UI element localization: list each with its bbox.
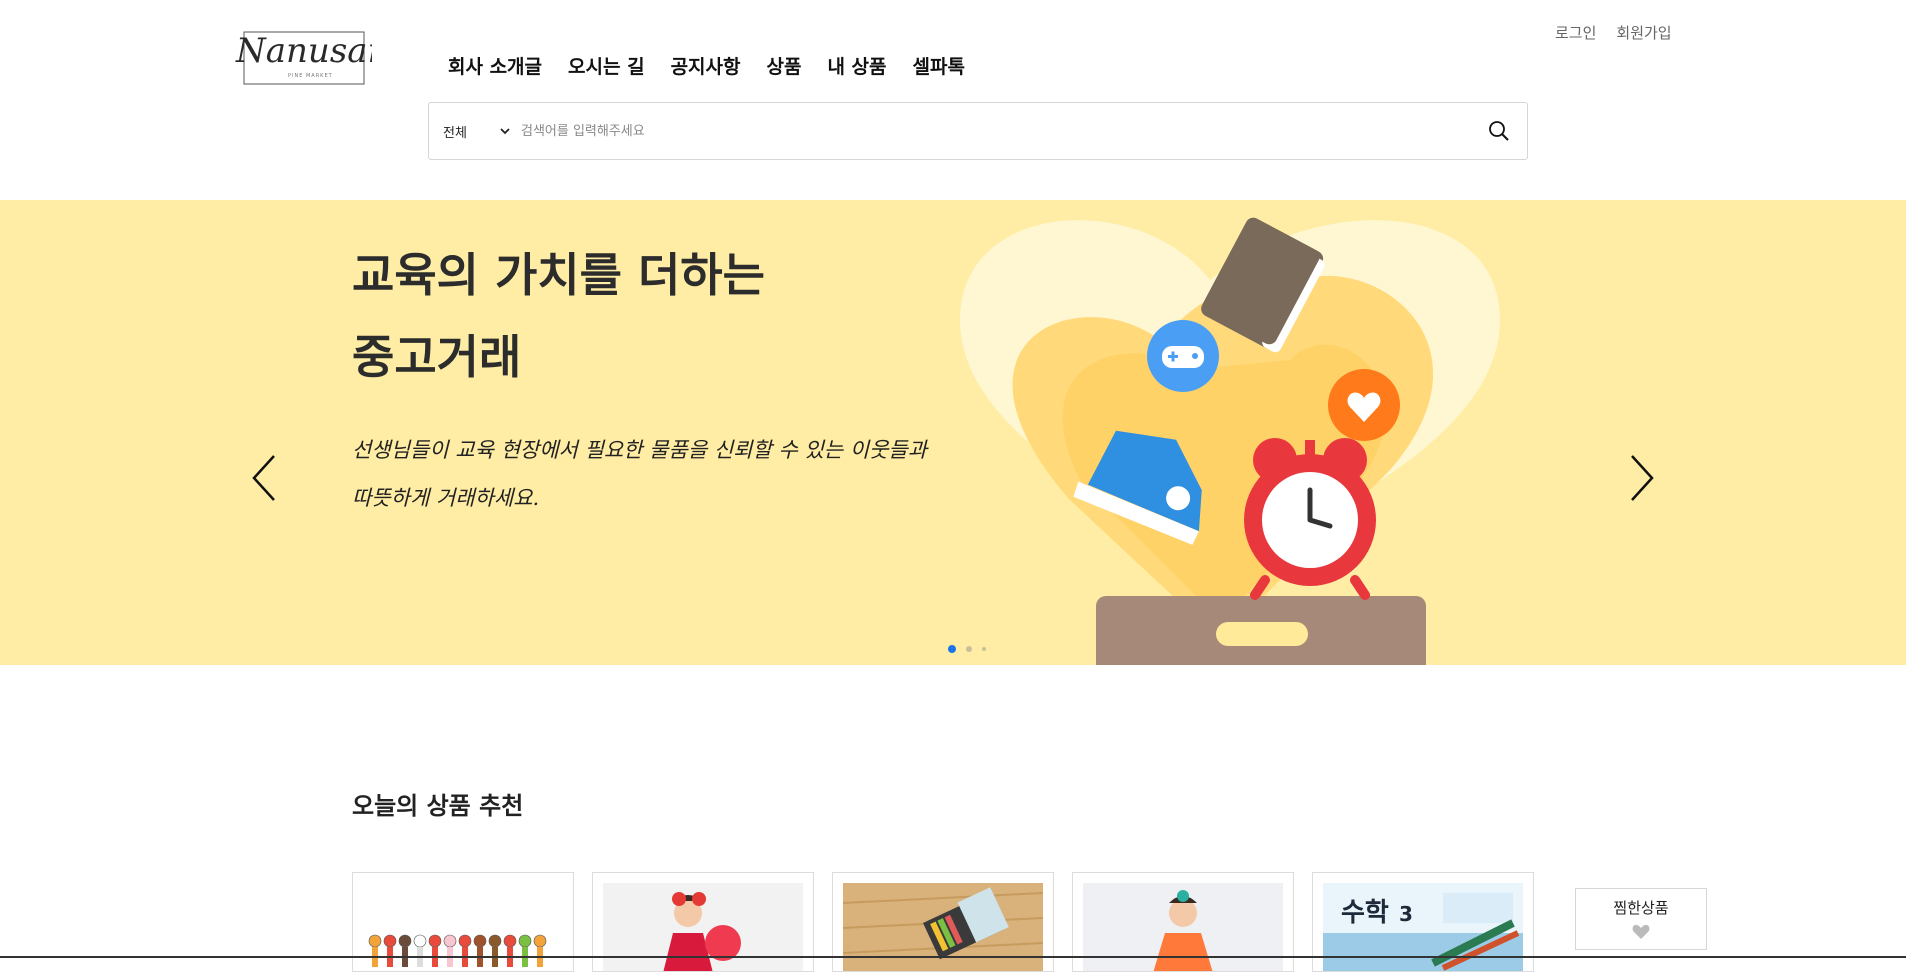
heart-icon (1632, 924, 1650, 939)
signup-link[interactable]: 회원가입 (1616, 22, 1671, 43)
banner-desc-line1: 선생님들이 교육 현장에서 필요한 물품을 신뢰할 수 있는 이웃들과 (352, 438, 928, 462)
recommend-title: 오늘의 상품 추천 (352, 792, 524, 820)
wishlist-label: 찜한상품 (1613, 900, 1669, 917)
site-logo[interactable]: Nanusam PINE MARKET (232, 24, 372, 86)
search-button[interactable] (1471, 103, 1527, 159)
nav-notice[interactable]: 공지사항 (671, 52, 741, 79)
banner-dot[interactable] (982, 647, 986, 651)
wishlist-button[interactable]: 찜한상품 (1575, 888, 1707, 950)
chevron-right-icon (1631, 455, 1654, 501)
product-image-girl-red-dress (603, 883, 803, 971)
banner-illustration (960, 200, 1540, 665)
login-link[interactable]: 로그인 (1555, 22, 1596, 43)
search-icon (1489, 121, 1509, 141)
nav-products[interactable]: 상품 (766, 52, 801, 79)
banner-title-line2: 중고거래 (352, 330, 522, 384)
banner-dot[interactable] (948, 645, 956, 653)
search-category-value: 전체 (443, 125, 467, 141)
banner-prev-button[interactable] (250, 454, 278, 502)
product-image-girl-orange-dress (1083, 883, 1283, 971)
main-nav: 회사 소개글 오시는 길 공지사항 상품 내 상품 셀파톡 (448, 52, 965, 79)
banner-pagination (948, 645, 986, 653)
banner-description: 선생님들이 교육 현장에서 필요한 물품을 신뢰할 수 있는 이웃들과 따뜻하게… (352, 426, 927, 522)
textbook-number: 3 (1399, 902, 1413, 926)
banner-title: 교육의 가치를 더하는 중고거래 (352, 234, 765, 398)
product-image-math-textbook: 수학 3 (1323, 883, 1523, 971)
product-image-finger-puppets (363, 883, 563, 971)
product-image-crayons-box (843, 883, 1043, 971)
banner-title-line1: 교육의 가치를 더하는 (352, 248, 765, 302)
logo-subtext: PINE MARKET (288, 73, 333, 79)
banner-desc-line2: 따뜻하게 거래하세요. (352, 486, 540, 510)
search-bar: 전체 (428, 102, 1528, 160)
user-links: 로그인 회원가입 (1555, 22, 1672, 43)
banner-next-button[interactable] (1628, 454, 1656, 502)
nav-sherpa-talk[interactable]: 셀파톡 (913, 52, 965, 79)
nav-directions[interactable]: 오시는 길 (568, 52, 645, 79)
logo-text: Nanusam (235, 31, 372, 71)
search-category-select[interactable]: 전체 (429, 122, 519, 141)
chevron-down-icon (500, 128, 510, 135)
chevron-left-icon (252, 455, 275, 501)
nav-my-products[interactable]: 내 상품 (827, 52, 886, 79)
search-input[interactable] (519, 122, 1471, 140)
hero-banner: 교육의 가치를 더하는 중고거래 선생님들이 교육 현장에서 필요한 물품을 신… (0, 200, 1906, 665)
banner-dot[interactable] (966, 646, 972, 652)
textbook-title: 수학 (1341, 898, 1389, 928)
nav-company-intro[interactable]: 회사 소개글 (448, 52, 542, 79)
